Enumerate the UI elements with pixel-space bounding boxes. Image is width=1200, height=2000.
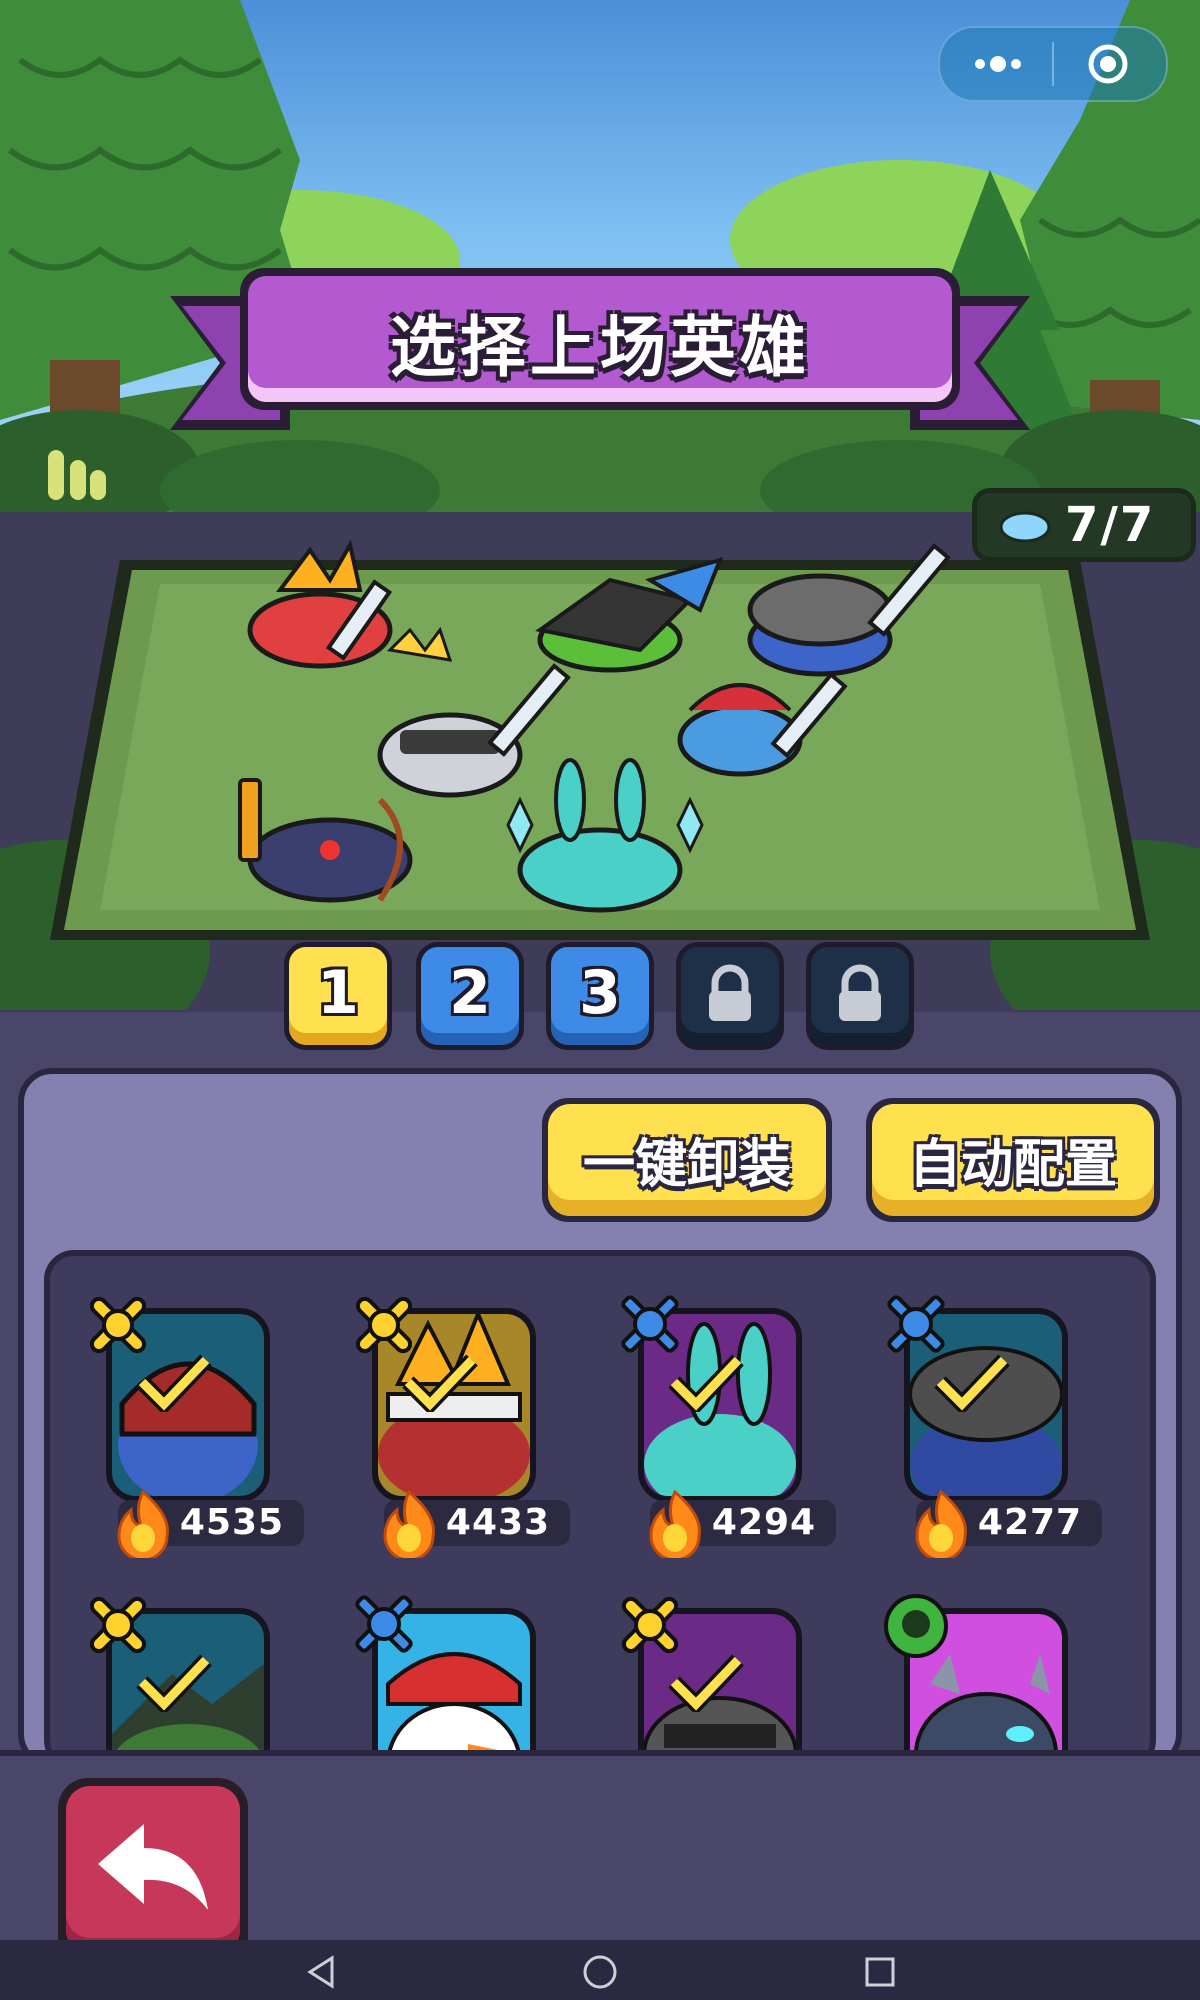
more-dots-icon[interactable] [970, 46, 1026, 82]
crossed-bones-icon [621, 1596, 679, 1654]
page-title: 选择上场英雄 [390, 309, 810, 386]
hero-card[interactable]: 4277 [876, 1286, 1102, 1558]
green-skull-gear-icon [884, 1594, 948, 1658]
lock-icon [709, 964, 751, 1021]
team-tab-2[interactable]: 2 [416, 942, 524, 1050]
team-tab-5-locked[interactable] [806, 942, 914, 1050]
circle-home-icon[interactable] [580, 1952, 620, 1992]
hero-card[interactable]: 4535 [78, 1286, 304, 1558]
hero-power: 4535 [179, 1502, 285, 1543]
hero-power: 4433 [445, 1502, 551, 1543]
hero-power: 4294 [711, 1502, 817, 1543]
unequip-all-label: 一键卸装 [582, 1135, 791, 1195]
team-tab-1[interactable]: 1 [284, 942, 392, 1050]
crossed-bones-icon [89, 1296, 147, 1354]
triangle-back-icon[interactable] [302, 1952, 342, 1992]
hero-power: 4277 [977, 1502, 1083, 1543]
hero-card[interactable] [610, 1586, 820, 1764]
crossed-bones-icon [355, 1296, 413, 1354]
crossed-swords-blue-icon [355, 1595, 413, 1653]
auto-config-button[interactable]: 自动配置 [866, 1098, 1160, 1222]
flame-icon [117, 1489, 169, 1558]
hero-card[interactable] [78, 1586, 288, 1764]
mini-program-capsule [938, 26, 1168, 102]
hero-card[interactable]: 4433 [344, 1286, 570, 1558]
title-banner: 选择上场英雄 [240, 268, 960, 410]
deployed-heroes [238, 540, 951, 913]
unequip-all-button[interactable]: 一键卸装 [542, 1098, 832, 1222]
capsule-divider [1052, 42, 1054, 86]
field-hero-warrior[interactable] [247, 540, 393, 669]
field-hero-viking[interactable] [677, 671, 848, 777]
field-hero-witch[interactable] [535, 556, 724, 673]
power-bar: 4535 [117, 1489, 304, 1558]
field-hero-bunny[interactable] [506, 758, 704, 913]
crossed-bones-icon [89, 1596, 147, 1654]
flame-icon [915, 1489, 967, 1558]
lock-icon [839, 964, 881, 1021]
power-bar: 4294 [649, 1489, 836, 1558]
team-count-box: 7/7 [972, 488, 1196, 562]
power-bar: 4277 [915, 1489, 1102, 1558]
system-nav-bar [0, 1940, 1200, 2000]
power-bar: 4433 [383, 1489, 570, 1558]
hero-card[interactable]: 4294 [610, 1286, 836, 1558]
auto-config-label: 自动配置 [908, 1135, 1117, 1195]
record-circle-icon[interactable] [1084, 40, 1132, 88]
hero-grid: 4535 4433 4294 4277 [44, 1250, 1156, 1770]
hero-card[interactable] [876, 1586, 1086, 1764]
field-hero-knight[interactable] [377, 626, 571, 798]
field-hero-spiked-knight[interactable] [747, 543, 951, 677]
team-count: 7/7 [1065, 497, 1156, 553]
back-arrow-icon [98, 1824, 208, 1910]
crossed-swords-blue-icon [887, 1295, 945, 1353]
team-tab-4-locked[interactable] [676, 942, 784, 1050]
crossed-swords-blue-icon [621, 1295, 679, 1353]
team-tab-3[interactable]: 3 [546, 942, 654, 1050]
square-recents-icon[interactable] [860, 1952, 900, 1992]
slime-icon [999, 511, 1051, 543]
hero-card[interactable] [344, 1586, 554, 1764]
team-tab-label: 2 [449, 958, 491, 1028]
flame-icon [383, 1489, 435, 1558]
flame-icon [649, 1489, 701, 1558]
team-tab-label: 1 [317, 958, 359, 1028]
field-hero-archer[interactable] [238, 778, 413, 903]
team-tab-label: 3 [579, 958, 621, 1028]
